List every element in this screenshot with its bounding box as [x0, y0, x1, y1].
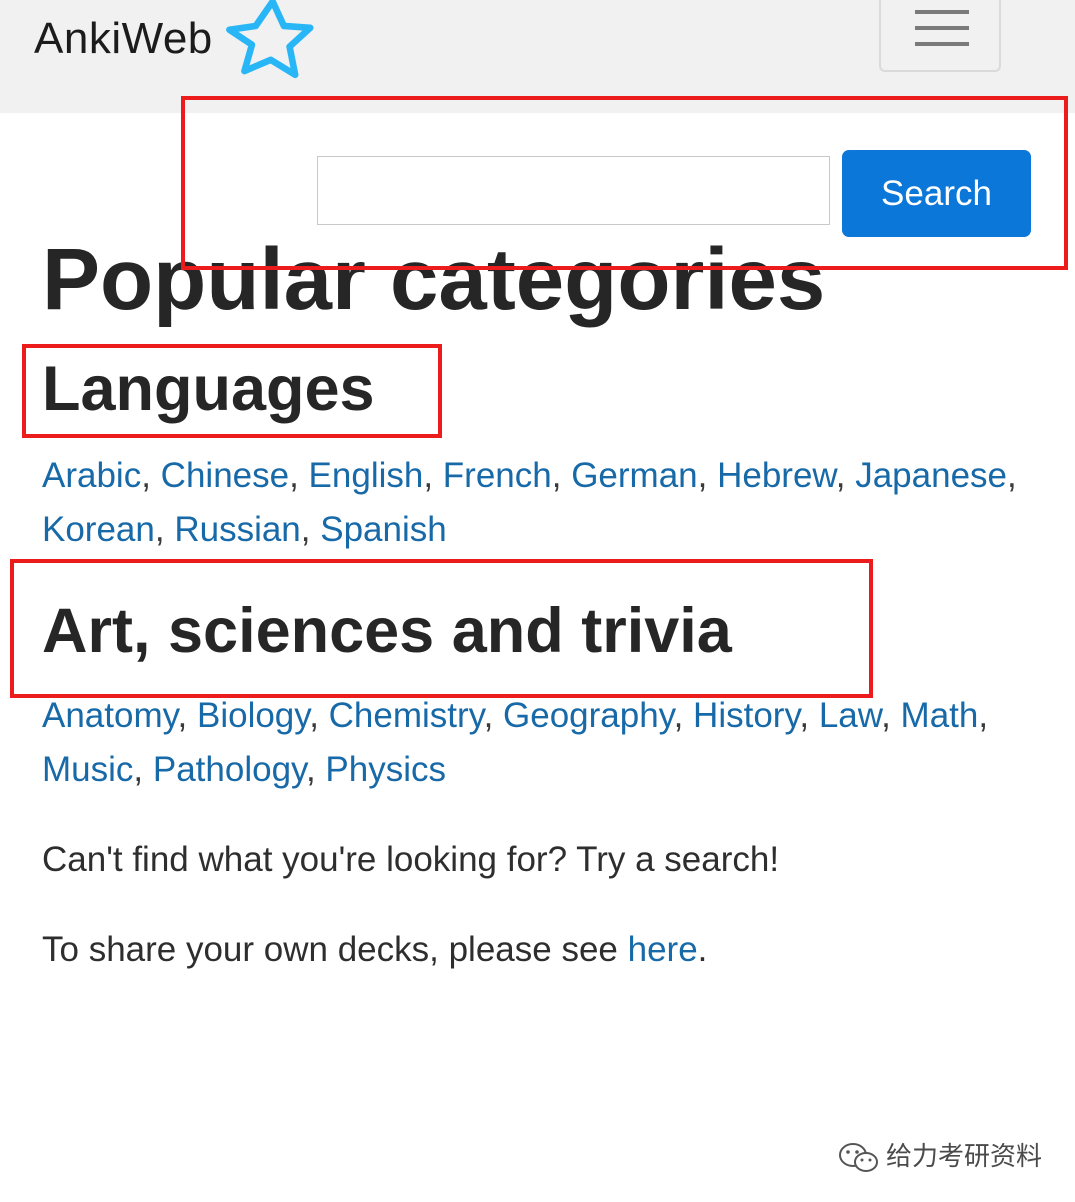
category-link-french[interactable]: French [443, 456, 552, 495]
link-separator: , [141, 456, 161, 495]
highlight-box-art-sciences [10, 559, 873, 698]
link-separator: , [300, 510, 321, 549]
category-link-music[interactable]: Music [42, 750, 133, 789]
link-separator: , [309, 696, 329, 735]
share-suffix: . [697, 930, 708, 969]
watermark-text: 给力考研资料 [886, 1141, 1043, 1171]
share-decks-text: To share your own decks, please see here… [42, 930, 707, 970]
link-separator: , [423, 456, 443, 495]
search-hint-text: Can't find what you're looking for? Try … [42, 840, 780, 879]
link-separator: , [978, 696, 989, 735]
link-separator: , [177, 696, 197, 735]
category-link-geography[interactable]: Geography [503, 696, 674, 735]
link-separator: , [835, 456, 856, 495]
category-link-physics[interactable]: Physics [325, 750, 446, 789]
category-link-biology[interactable]: Biology [197, 696, 309, 735]
link-separator: , [551, 456, 572, 495]
link-separator: , [1007, 456, 1017, 495]
share-prefix: To share your own decks, please see [42, 930, 628, 969]
category-link-japanese[interactable]: Japanese [855, 456, 1007, 495]
category-link-spanish[interactable]: Spanish [320, 510, 446, 549]
link-separator: , [154, 510, 175, 549]
link-separator: , [305, 750, 326, 789]
link-separator: , [289, 456, 309, 495]
category-link-anatomy[interactable]: Anatomy [42, 696, 178, 735]
link-separator: , [799, 696, 819, 735]
highlight-box-languages [22, 344, 442, 438]
star-outline-icon[interactable] [218, 0, 316, 88]
category-link-russian[interactable]: Russian [174, 510, 300, 549]
art-sciences-links: Anatomy, Biology, Chemistry, Geography, … [42, 689, 1052, 797]
link-separator: , [673, 696, 694, 735]
category-link-korean[interactable]: Korean [42, 510, 155, 549]
category-link-chinese[interactable]: Chinese [161, 456, 289, 495]
category-link-arabic[interactable]: Arabic [42, 456, 141, 495]
hamburger-menu-icon [915, 10, 969, 14]
category-link-law[interactable]: Law [819, 696, 881, 735]
watermark: 给力考研资料 [838, 1136, 1042, 1176]
category-link-german[interactable]: German [571, 456, 697, 495]
highlight-box-search [181, 96, 1068, 270]
share-here-link[interactable]: here [628, 930, 698, 969]
category-link-pathology[interactable]: Pathology [153, 750, 306, 789]
link-separator: , [483, 696, 504, 735]
link-separator: , [133, 750, 153, 789]
wechat-icon [839, 1143, 878, 1173]
brand-name[interactable]: AnkiWeb [34, 14, 213, 64]
category-link-math[interactable]: Math [901, 696, 979, 735]
category-link-hebrew[interactable]: Hebrew [717, 456, 836, 495]
languages-links: Arabic, Chinese, English, French, German… [42, 449, 1052, 557]
menu-toggle-button[interactable] [879, 0, 1001, 72]
category-link-chemistry[interactable]: Chemistry [329, 696, 484, 735]
category-link-history[interactable]: History [693, 696, 799, 735]
link-separator: , [697, 456, 718, 495]
category-link-english[interactable]: English [309, 456, 424, 495]
link-separator: , [881, 696, 901, 735]
